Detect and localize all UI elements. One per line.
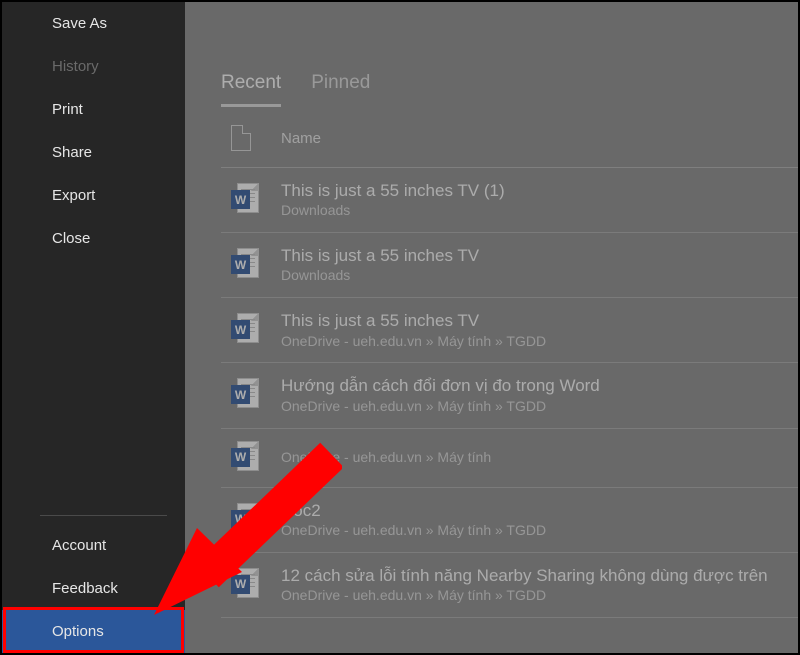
document-list: W This is just a 55 inches TV (1) Downlo… <box>221 168 798 618</box>
header-name-label: Name <box>281 130 321 147</box>
sidebar-item-label: Close <box>52 230 90 247</box>
tab-label: Pinned <box>311 72 370 93</box>
doc-path: Downloads <box>281 266 798 285</box>
sidebar-top: Save As History Print Share Export Close <box>2 2 185 507</box>
sidebar-item-label: Print <box>52 101 83 118</box>
doc-title: This is just a 55 inches TV <box>281 310 798 331</box>
sidebar-item-export[interactable]: Export <box>2 174 185 217</box>
word-doc-icon: W <box>231 378 259 412</box>
sidebar-divider <box>40 515 167 516</box>
doc-title: Hướng dẫn cách đổi đơn vị đo trong Word <box>281 375 798 396</box>
tabs: Recent Pinned <box>221 2 798 107</box>
list-header: Name <box>221 107 798 168</box>
sidebar-item-label: Save As <box>52 15 107 32</box>
sidebar-item-label: Export <box>52 187 95 204</box>
word-doc-icon: W <box>231 183 259 217</box>
doc-title: This is just a 55 inches TV (1) <box>281 180 798 201</box>
word-doc-icon: W <box>231 503 259 537</box>
word-backstage: Save As History Print Share Export Close… <box>0 0 800 655</box>
doc-path: OneDrive - ueh.edu.vn » Máy tính » TGDD <box>281 586 798 605</box>
list-item[interactable]: W This is just a 55 inches TV (1) Downlo… <box>221 168 798 233</box>
list-item[interactable]: W OneDrive - ueh.edu.vn » Máy tính <box>221 429 798 488</box>
main-panel: Recent Pinned Name W This is just a 55 i… <box>185 2 798 653</box>
list-item[interactable]: W This is just a 55 inches TV Downloads <box>221 233 798 298</box>
tab-pinned[interactable]: Pinned <box>311 72 370 107</box>
sidebar-item-label: Share <box>52 144 92 161</box>
doc-title: Doc2 <box>281 500 798 521</box>
doc-path: OneDrive - ueh.edu.vn » Máy tính » TGDD <box>281 521 798 540</box>
doc-path: OneDrive - ueh.edu.vn » Máy tính » TGDD <box>281 397 798 416</box>
doc-path: OneDrive - ueh.edu.vn » Máy tính » TGDD <box>281 332 798 351</box>
sidebar-item-account[interactable]: Account <box>2 524 185 567</box>
sidebar-item-close[interactable]: Close <box>2 217 185 260</box>
doc-path: Downloads <box>281 201 798 220</box>
sidebar: Save As History Print Share Export Close… <box>2 2 185 653</box>
sidebar-item-print[interactable]: Print <box>2 88 185 131</box>
sidebar-bottom: Account Feedback Options <box>2 507 185 653</box>
doc-title: This is just a 55 inches TV <box>281 245 798 266</box>
word-doc-icon: W <box>231 313 259 347</box>
doc-path: OneDrive - ueh.edu.vn » Máy tính <box>281 448 798 467</box>
list-item[interactable]: W Doc2 OneDrive - ueh.edu.vn » Máy tính … <box>221 488 798 553</box>
sidebar-item-label: History <box>52 58 99 75</box>
sidebar-item-label: Options <box>52 623 104 640</box>
sidebar-item-label: Feedback <box>52 580 118 597</box>
word-doc-icon: W <box>231 441 259 475</box>
doc-title: 12 cách sửa lỗi tính năng Nearby Sharing… <box>281 565 798 586</box>
sidebar-item-share[interactable]: Share <box>2 131 185 174</box>
list-item[interactable]: W This is just a 55 inches TV OneDrive -… <box>221 298 798 363</box>
sidebar-item-label: Account <box>52 537 106 554</box>
word-doc-icon: W <box>231 568 259 602</box>
word-doc-icon: W <box>231 248 259 282</box>
tab-label: Recent <box>221 72 281 93</box>
sidebar-item-save-as[interactable]: Save As <box>2 2 185 45</box>
header-file-icon <box>231 125 281 151</box>
sidebar-item-history: History <box>2 45 185 88</box>
list-item[interactable]: W Hướng dẫn cách đổi đơn vị đo trong Wor… <box>221 363 798 428</box>
page-icon <box>231 125 251 151</box>
sidebar-item-options[interactable]: Options <box>2 610 185 653</box>
list-item[interactable]: W 12 cách sửa lỗi tính năng Nearby Shari… <box>221 553 798 618</box>
tab-recent[interactable]: Recent <box>221 72 281 107</box>
sidebar-item-feedback[interactable]: Feedback <box>2 567 185 610</box>
